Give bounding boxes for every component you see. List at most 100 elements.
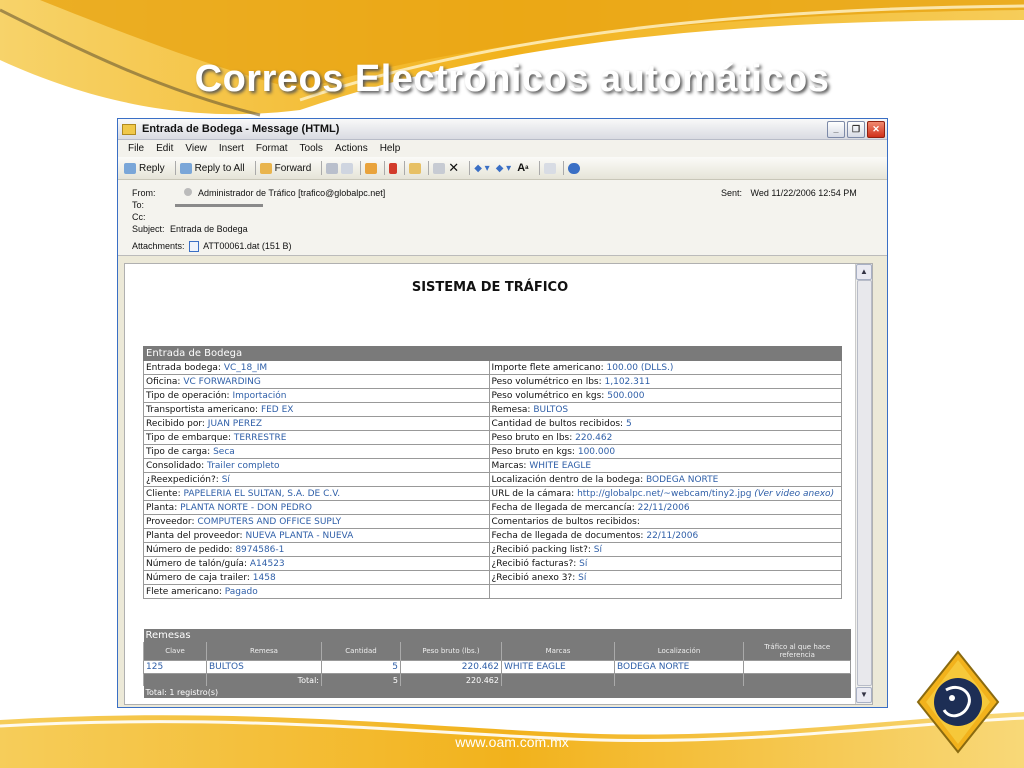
close-button[interactable]: ✕ [867,120,885,138]
remesas-table: Remesas Clave Remesa Cantidad Peso bruto… [143,629,851,698]
menu-tools[interactable]: Tools [300,143,323,154]
bodega-title: Entrada de Bodega [143,346,842,361]
cell-marcas: WHITE EAGLE [501,660,615,674]
field-value: NUEVA PLANTA - NUEVA [245,530,354,541]
field-label: Entrada bodega: [146,362,221,373]
toolbar: Reply Reply to All Forward ✕ ◆ ▾ ◆ ▾ Aa [118,157,887,180]
field-value: Sí [578,572,587,583]
bodega-row: Número de pedido: 8974586-1 ¿Recibió pack… [143,542,842,557]
attachment-file[interactable]: ATT00061.dat (151 B) [203,241,291,251]
restore-button[interactable]: ❐ [847,120,865,138]
bodega-right-cell: Importe flete americano: 100.00 (DLLS.) [488,360,842,375]
bodega-left-cell: Oficina: VC FORWARDING [143,374,490,389]
subject-label: Subject: [132,224,165,234]
bodega-row: Entrada bodega: VC_18_IM Importe flete am… [143,360,842,375]
menu-bar: File Edit View Insert Format Tools Actio… [118,140,887,157]
bodega-left-cell: Planta del proveedor: NUEVA PLANTA - NUE… [143,528,490,543]
copy-icon[interactable] [341,162,354,174]
move-icon[interactable] [365,162,378,174]
slide-title: Correos Electrónicos automáticos [194,58,830,100]
field-label: Número de caja trailer: [146,572,250,583]
previous-item-icon[interactable]: ◆ ▾ [474,163,490,174]
field-value: 8974586-1 [235,544,285,555]
field-label: URL de la cámara: [491,488,575,499]
col-marcas: Marcas [501,642,615,661]
bodega-left-cell: Consolidado: Trailer completo [143,458,490,473]
contacts-icon[interactable] [409,162,422,174]
help-icon[interactable] [567,162,580,174]
field-label: Importe flete americano: [491,362,604,373]
col-clave: Clave [143,642,207,661]
field-value: Sí [579,558,588,569]
field-value: 220.462 [575,432,613,443]
bodega-right-cell: Peso bruto en kgs: 100.000 [488,444,842,459]
menu-format[interactable]: Format [256,143,288,154]
field-value: VC_18_IM [223,362,268,373]
sender-status-icon [184,188,193,196]
total-cantidad: 5 [321,673,401,686]
forward-icon [259,162,272,174]
menu-insert[interactable]: Insert [219,143,244,154]
window-title: Entrada de Bodega - Message (HTML) [142,123,340,135]
flag-icon[interactable] [389,162,398,174]
bodega-row: Número de talón/guía: A14523 ¿Recibió fac… [143,556,842,571]
bodega-right-cell: Marcas: WHITE EAGLE [488,458,842,473]
mark-icon[interactable] [543,162,556,174]
bodega-row: Número de caja trailer: 1458 ¿Recibió ane… [143,570,842,585]
menu-help[interactable]: Help [380,143,401,154]
cell-localizacion: BODEGA NORTE [614,660,744,674]
bodega-right-cell: Peso volumétrico en kgs: 500.000 [488,388,842,403]
scroll-down-icon[interactable]: ▼ [856,687,872,703]
total-label: Total: [206,673,322,686]
font-size-icon[interactable]: Aa [517,162,528,174]
bodega-left-cell: Tipo de operación: Importación [143,388,490,403]
forward-button[interactable]: Forward [259,162,311,174]
bodega-row: Consolidado: Trailer completo Marcas: WHI… [143,458,842,473]
print-icon[interactable] [326,162,339,174]
field-value: 22/11/2006 [646,530,699,541]
attachment-file-icon [189,241,200,253]
bodega-left-cell: Número de talón/guía: A14523 [143,556,490,571]
bodega-right-cell: Localización dentro de la bodega: BODEGA… [488,472,842,487]
junk-icon[interactable] [433,162,446,174]
video-link[interactable]: (Ver video anexo) [754,489,834,499]
field-label: Peso bruto en lbs: [491,432,573,443]
field-value: A14523 [249,558,285,569]
scroll-up-icon[interactable]: ▲ [856,264,872,280]
bodega-right-cell: ¿Recibió packing list?: Sí [488,542,842,557]
next-item-icon[interactable]: ◆ ▾ [496,163,512,174]
to-value-redacted[interactable] [174,204,263,208]
field-value: Trailer completo [207,460,280,471]
bodega-right-cell: Fecha de llegada de mercancía: 22/11/200… [488,500,842,515]
field-label: Peso bruto en kgs: [491,446,575,457]
menu-file[interactable]: File [128,143,144,154]
menu-view[interactable]: View [185,143,207,154]
field-label: ¿Reexpedición?: [146,474,219,485]
col-trafico: Tráfico al que hace referencia [743,642,851,661]
field-label: Marcas: [491,460,527,471]
field-value: PAPELERIA EL SULTAN, S.A. DE C.V. [183,488,341,499]
delete-button[interactable]: ✕ [448,160,459,176]
bodega-right-cell: Remesa: BULTOS [488,402,842,417]
bodega-row: ¿Reexpedición?: Sí Localización dentro de… [143,472,842,487]
field-label: Fecha de llegada de documentos: [491,530,644,541]
reply-button[interactable]: Reply [124,162,165,174]
menu-actions[interactable]: Actions [335,143,368,154]
field-value: WHITE EAGLE [529,460,592,471]
reply-all-button[interactable]: Reply to All [179,162,245,174]
field-value: Pagado [224,586,258,597]
from-value[interactable]: Administrador de Tráfico [trafico@global… [198,188,385,198]
sent-label: Sent: [721,188,743,198]
vertical-scrollbar[interactable]: ▲ ▼ [855,264,872,704]
bodega-row: Transportista americano: FED EX Remesa: B… [143,402,842,417]
field-value[interactable]: http://globalpc.net/~webcam/tiny2.jpg [577,489,751,499]
minimize-button[interactable]: _ [827,120,845,138]
company-logo-icon [916,650,1000,754]
cell-clave[interactable]: 125 [143,660,207,674]
field-label: Flete americano: [146,586,222,597]
bodega-row: Oficina: VC FORWARDING Peso volumétrico e… [143,374,842,389]
remesas-total-row: Total: 5 220.462 [143,673,851,686]
menu-edit[interactable]: Edit [156,143,173,154]
field-label: Peso volumétrico en kgs: [491,390,605,401]
scroll-thumb[interactable] [857,280,872,686]
